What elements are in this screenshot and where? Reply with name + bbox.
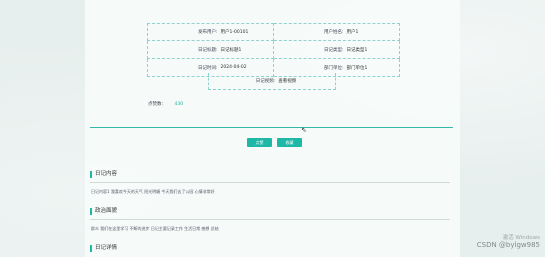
favorite-button[interactable]: 点赞	[247, 138, 272, 147]
section-political: 政治面貌 群众 我们在这里学习 不断的进步 日记主要记录工作 生活日常 感想 总…	[90, 208, 450, 232]
favorite-count: 点赞数: 430	[148, 101, 183, 107]
info-table: 发布用户: 用户1-00101 用户姓名: 用户1 日记标题: 日记标题1 日记…	[147, 23, 400, 77]
mouse-cursor-icon: ⇖	[301, 126, 307, 134]
collect-button[interactable]: 收藏	[277, 138, 302, 147]
section-details: 日记详情	[90, 245, 450, 252]
info-row: 日记标题: 日记标题1 日记类型: 日记类型1	[147, 41, 400, 59]
info-label: 日记标题:	[197, 47, 218, 53]
video-link[interactable]: 查看视频	[278, 78, 331, 84]
favorite-count-label: 点赞数:	[148, 102, 164, 107]
info-cell: 发布用户: 用户1-00101	[147, 23, 274, 41]
info-cell: 日记类型: 日记类型1	[274, 41, 400, 59]
info-label: 日记类型:	[323, 47, 344, 53]
info-value: 2024-04-02	[220, 65, 247, 70]
info-label: 发布用户:	[197, 30, 218, 35]
section-text: 群众 我们在这里学习 不断的进步 日记主要记录工作 生活日常 感想 总结	[91, 226, 219, 231]
section-divider	[90, 182, 450, 183]
divider	[90, 127, 453, 128]
info-cell: 用户姓名: 用户1	[274, 23, 400, 41]
section-text: 日记内容1 我喜欢今天的天气 阳光明媚 今天我们去了公园 心情非常好	[91, 189, 215, 194]
info-cell: 日记标题: 日记标题1	[147, 41, 274, 59]
section-title: 日记内容	[90, 171, 450, 178]
section-content: 日记内容 日记内容1 我喜欢今天的天气 阳光明媚 今天我们去了公园 心情非常好	[90, 171, 450, 195]
info-value: 日记标题1	[220, 47, 242, 53]
section-title: 日记详情	[90, 245, 450, 252]
info-label: 日记时间:	[197, 65, 218, 71]
section-title: 政治面貌	[90, 208, 450, 215]
info-value: 部门单位1	[346, 65, 368, 71]
info-value: 用户1	[346, 30, 359, 35]
windows-activation-text: 激活 Windows	[502, 235, 540, 241]
info-value: 日记类型1	[346, 47, 368, 53]
csdn-watermark: CSDN @bylgw985	[476, 241, 540, 249]
info-row: 发布用户: 用户1-00101 用户姓名: 用户1	[147, 23, 400, 41]
video-row: 日记视频: 查看视频	[208, 73, 336, 90]
favorite-count-value: 430	[174, 102, 184, 107]
info-value: 用户1-00101	[220, 30, 249, 35]
watermark: 激活 Windows CSDN @bylgw985	[477, 233, 540, 249]
info-label: 用户姓名:	[323, 30, 344, 35]
video-label: 日记视频:	[255, 79, 276, 84]
info-label: 部门单位:	[323, 65, 344, 71]
section-divider	[90, 219, 450, 220]
